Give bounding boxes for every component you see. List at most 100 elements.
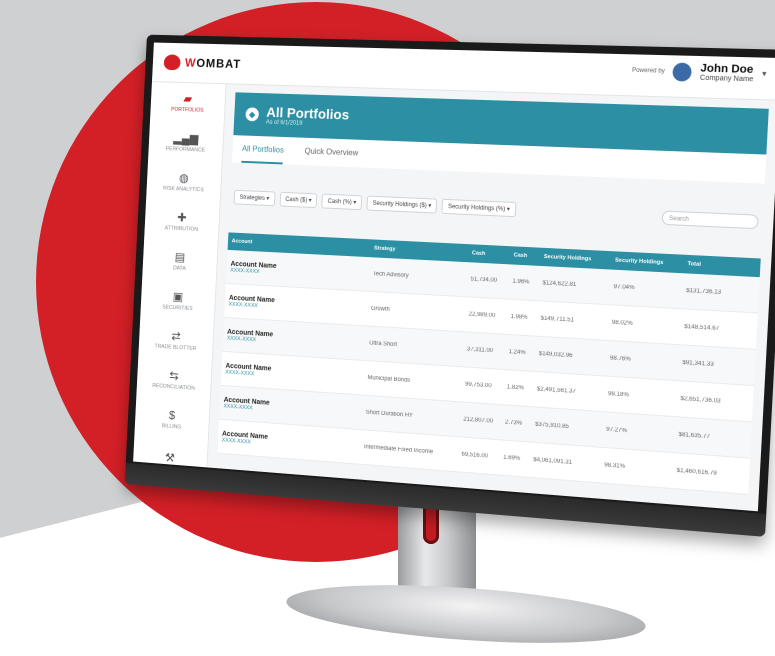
sidebar-item-attribution[interactable]: ✚ Attribution (144, 200, 220, 243)
portfolio-icon: ◆ (245, 107, 260, 122)
col-total[interactable]: Total (683, 261, 760, 271)
cell-cash-pct: 1.82% (506, 384, 525, 392)
cell-cash-pct: 1.96% (512, 278, 530, 286)
sidebar-item-label: Trade Blotter (154, 343, 197, 353)
account-cell: Account Name XXXX-XXXX (225, 294, 368, 315)
cell-cash-pct: 1.69% (503, 454, 521, 463)
cell-cash: 22,989.00 (468, 311, 496, 320)
cell-strategy: Ultra Short (369, 340, 398, 349)
account-cell: Account Name XXXX-XXXX (223, 328, 366, 350)
sidebar-item-risk-analytics[interactable]: ◍ Risk Analytics (146, 161, 222, 204)
powered-by-label: Powered by (631, 67, 665, 75)
cell-cash: 51,734.00 (470, 276, 498, 284)
chevron-down-icon[interactable]: ▾ (762, 69, 767, 78)
cell-cash-pct: 1.98% (510, 313, 528, 321)
sidebar-item-label: Securities (162, 304, 193, 313)
reconcile-icon: ⇆ (169, 368, 179, 383)
tools-icon: ✚ (176, 210, 187, 225)
cell-cash: 37,311.00 (466, 346, 494, 355)
account-cell: Account Name XXXX-XXXX (218, 430, 360, 453)
cell-strategy: Intermediate Fixed Income (363, 444, 434, 456)
cell-sec: $375,910.85 (534, 421, 569, 431)
dollar-icon: $ (168, 408, 176, 423)
sidebar-item-label: Attribution (164, 225, 199, 233)
filter-security-percent[interactable]: Security Holdings (%) ▾ (441, 198, 517, 218)
sidebar-item-data[interactable]: ▤ Data (142, 240, 218, 283)
lock-icon: ▣ (172, 289, 184, 304)
sidebar-item-label: Billing (161, 423, 182, 431)
col-cash-pct[interactable]: Cash (510, 252, 540, 260)
sidebar-item-performance[interactable]: ▂▄▆ Performance (148, 121, 224, 163)
cell-strategy: Tech Advisory (372, 271, 409, 280)
filter-security-dollars[interactable]: Security Holdings ($) ▾ (366, 195, 438, 214)
sidebar-item-securities[interactable]: ▣ Securities (140, 279, 215, 323)
sidebar-item-label: Portfolios (170, 106, 204, 114)
filter-cash-dollars[interactable]: Cash ($) ▾ (279, 191, 318, 209)
tab-all-portfolios[interactable]: All Portfolios (241, 135, 285, 165)
briefcase-icon: ▰ (183, 91, 193, 106)
col-strategy[interactable]: Strategy (370, 245, 468, 256)
cell-sec: $149,032.96 (538, 350, 573, 360)
bar-chart-icon: ▂▄▆ (173, 131, 199, 146)
cell-cash: 99,753.00 (464, 381, 492, 390)
col-security-holdings-pct[interactable]: Security Holdings (611, 257, 684, 267)
cell-sec-pct: 97.04% (613, 284, 635, 292)
cell-cash: 212,807.00 (463, 416, 494, 425)
cell-cash-pct: 2.73% (504, 419, 523, 427)
cell-sec-pct: 98.18% (607, 391, 630, 399)
cell-sec: $124,622.81 (542, 280, 577, 289)
sidebar-item-label: Risk Analytics (162, 185, 204, 194)
cell-total: $131,736.13 (685, 287, 722, 296)
cell-total: $1,460,616.79 (676, 467, 717, 477)
account-cell: Account Name XXXX-XXXX (220, 396, 363, 419)
sidebar-item-label: Data (172, 265, 186, 272)
app-screen: WOMBAT Powered by John Doe Company Name … (133, 42, 775, 512)
search-input[interactable]: Search (661, 210, 759, 230)
wrench-icon: ⚒ (164, 450, 176, 465)
globe-icon: ◍ (178, 170, 190, 185)
database-icon: ▤ (174, 250, 186, 265)
sidebar-item-label: Reconciliation (152, 382, 195, 392)
avatar[interactable] (672, 62, 693, 82)
cell-total: $2,651,736.03 (680, 395, 721, 405)
logo-text: WOMBAT (184, 55, 242, 72)
sidebar-item-reconciliation[interactable]: ⇆ Reconciliation (136, 358, 211, 403)
sidebar-item-billing[interactable]: $ Billing (134, 397, 209, 442)
filter-strategies[interactable]: Strategies ▾ (233, 189, 276, 207)
user-area: Powered by John Doe Company Name ▾ (631, 60, 767, 83)
table-body: Account Name XXXX-XXXX Tech Advisory 51,734… (217, 249, 760, 495)
main-content: ◆ All Portfolios As of 6/1/2019 All Port… (207, 84, 775, 511)
col-account[interactable]: Account (228, 238, 370, 251)
cell-strategy: Short Duration HY (365, 409, 414, 419)
col-security-holdings[interactable]: Security Holdings (540, 254, 611, 264)
account-cell: Account Name XXXX-XXXX (221, 362, 364, 384)
tab-quick-overview[interactable]: Quick Overview (304, 138, 359, 168)
cell-cash-pct: 1.24% (508, 349, 526, 357)
cell-sec-pct: 97.27% (605, 426, 628, 435)
sidebar-item-label: Performance (165, 146, 206, 154)
cell-cash: 69,516.00 (461, 451, 489, 460)
cell-sec: $4,061,091.31 (533, 456, 573, 466)
transfer-icon: ⇄ (171, 329, 181, 344)
wombat-logo[interactable]: WOMBAT (163, 54, 242, 72)
col-cash[interactable]: Cash (468, 250, 510, 258)
cell-strategy: Growth (370, 305, 390, 313)
monitor-bezel: WOMBAT Powered by John Doe Company Name … (124, 34, 775, 537)
cell-sec-pct: 98.31% (604, 462, 626, 470)
sidebar-item-portfolios[interactable]: ▰ Portfolios (150, 82, 226, 124)
company-name: Company Name (699, 74, 754, 84)
cell-sec-pct: 98.76% (609, 355, 631, 363)
cell-total: $81,635.77 (678, 431, 711, 441)
portfolio-table: Account Strategy Cash Cash Security Hold… (217, 232, 761, 495)
cell-strategy: Municipal Bonds (367, 375, 411, 384)
user-info[interactable]: John Doe Company Name (700, 62, 754, 83)
cell-sec-pct: 98.02% (611, 319, 633, 328)
cell-sec: $2,491,561.37 (536, 386, 576, 395)
sidebar-item-trade-blotter[interactable]: ⇄ Trade Blotter (138, 319, 213, 363)
cell-total: $148,514.67 (684, 323, 720, 333)
filter-bar: Strategies ▾ Cash ($) ▾ Cash (%) ▾ Secur… (233, 189, 517, 218)
cell-total: $91,341.33 (682, 359, 714, 368)
wombat-logo-icon (163, 54, 181, 71)
filter-cash-percent[interactable]: Cash (%) ▾ (321, 193, 363, 211)
account-cell: Account Name XXXX-XXXX (226, 260, 369, 280)
